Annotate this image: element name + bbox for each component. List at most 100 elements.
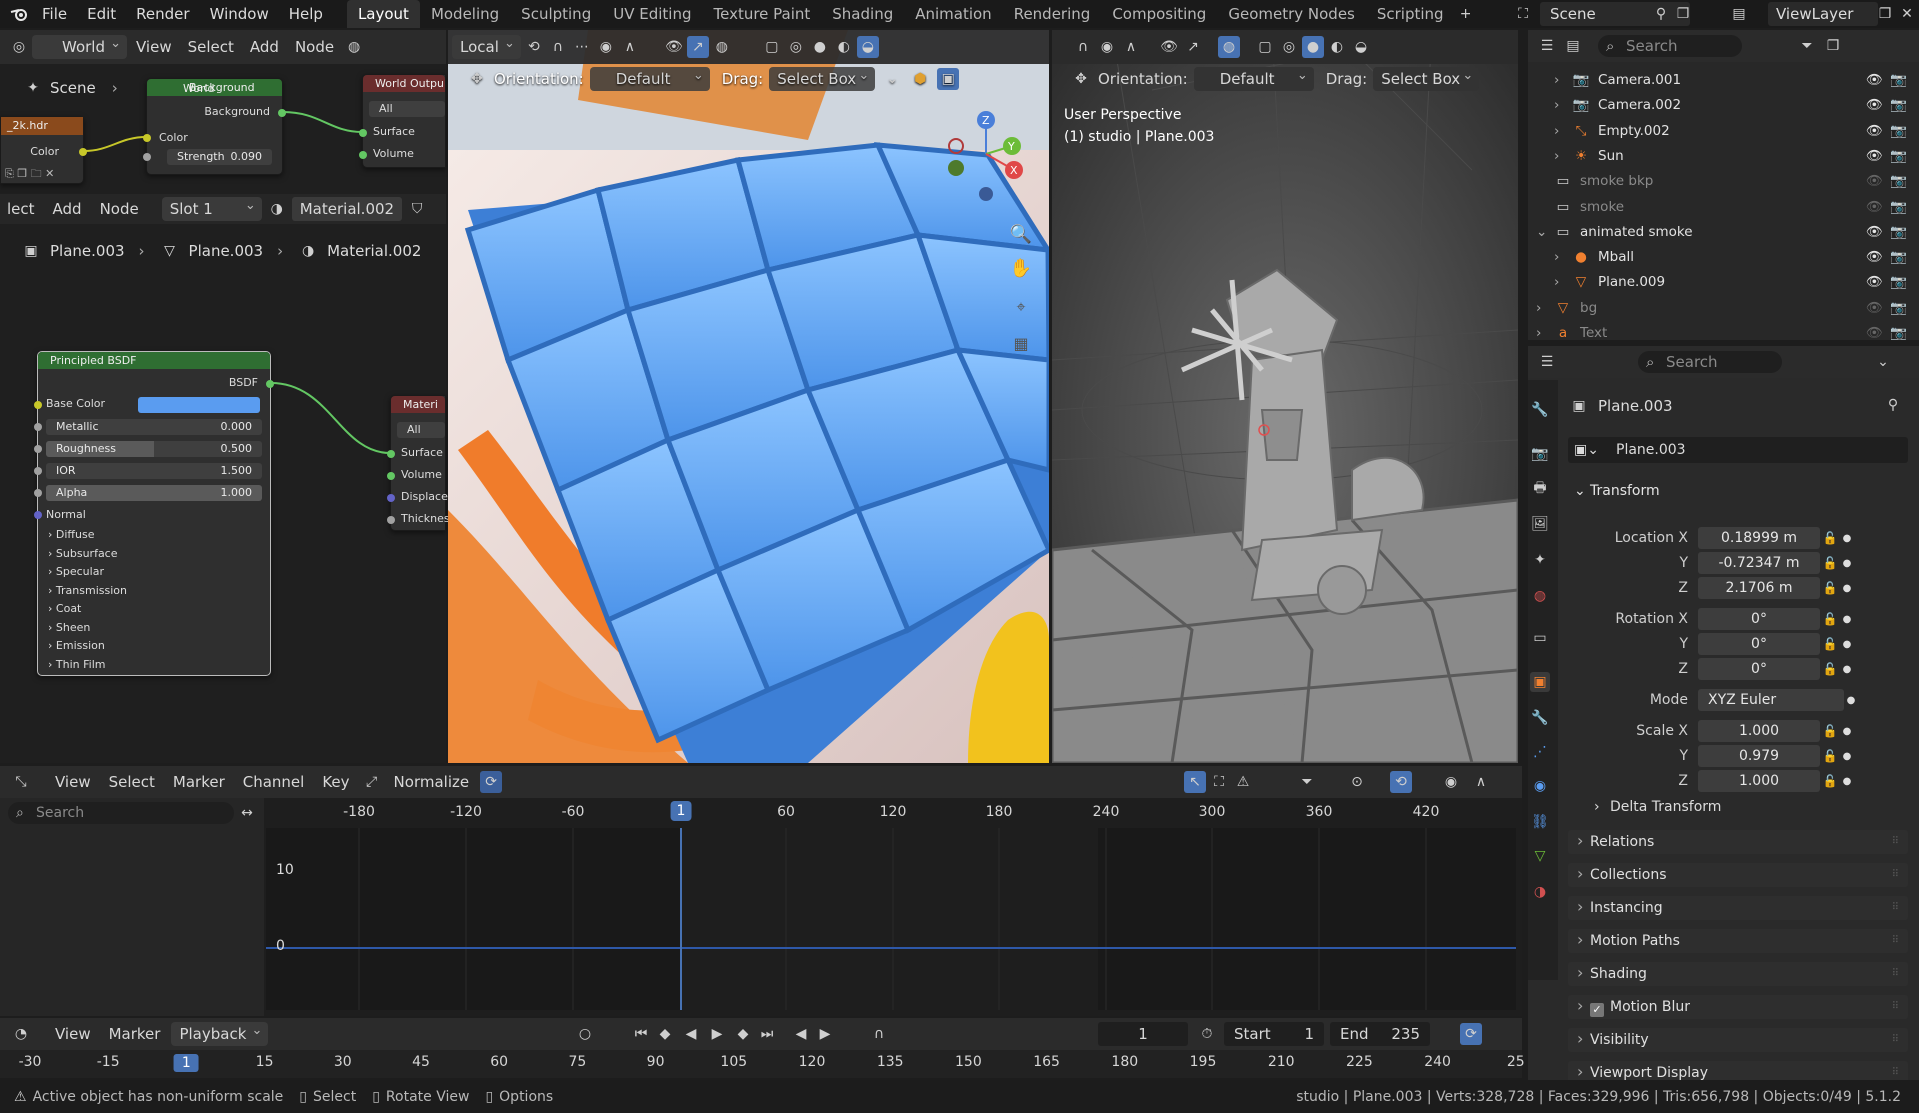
- filter-icon[interactable]: ⏷: [1296, 771, 1318, 793]
- panel-collections[interactable]: Collections ⠿: [1568, 862, 1908, 887]
- outliner-row[interactable]: › 📷 Camera.002 👁 📷: [1554, 95, 1907, 115]
- delta-transform-header[interactable]: › Delta Transform: [1590, 796, 1721, 818]
- editor-type-icon[interactable]: ☰: [1536, 351, 1558, 373]
- panel-relations[interactable]: Relations ⠿: [1568, 829, 1908, 854]
- mode-color-icon[interactable]: ⬢: [909, 68, 931, 90]
- outliner-row[interactable]: › ▽ Plane.009 👁 📷: [1554, 272, 1907, 292]
- keyframe-dot-icon[interactable]: ●: [1840, 614, 1854, 625]
- keyframe-dot-icon[interactable]: ●: [1840, 639, 1854, 650]
- solid-shading-icon[interactable]: ●: [1302, 36, 1324, 58]
- keyframe-dot-icon[interactable]: ●: [1840, 558, 1854, 569]
- xray-icon[interactable]: ▢: [761, 36, 783, 58]
- new-viewlayer-icon[interactable]: ❐: [1874, 3, 1896, 25]
- filter-icon[interactable]: ⏷: [1796, 35, 1818, 57]
- swap-icon[interactable]: ↔: [236, 802, 258, 824]
- lock-icon[interactable]: 🔓: [1820, 637, 1840, 651]
- visibility-eye-icon[interactable]: 👁: [1866, 70, 1883, 90]
- end-frame-field[interactable]: End 235: [1330, 1022, 1430, 1046]
- panel-motion-blur[interactable]: ✓ Motion Blur ⠿: [1568, 994, 1908, 1019]
- jump-end-icon[interactable]: ⏭: [756, 1023, 778, 1045]
- view-layer-tab-icon[interactable]: 🖼: [1530, 514, 1550, 534]
- visibility-eye-icon[interactable]: 👁: [1866, 222, 1883, 242]
- outliner-row[interactable]: › ⤡ Empty.002 👁 📷: [1554, 121, 1907, 141]
- auto-keying-icon[interactable]: ○: [574, 1023, 596, 1045]
- outliner-row[interactable]: ⌄ ▭ animated smoke 👁 📷: [1536, 222, 1907, 242]
- pan-hand-icon[interactable]: ✋: [1006, 253, 1036, 283]
- outliner-search[interactable]: ⌕ Search: [1598, 35, 1742, 57]
- display-mode-icon[interactable]: ▤: [1562, 35, 1584, 57]
- chevron-right-icon[interactable]: ›: [1554, 247, 1570, 267]
- pin-icon[interactable]: ⚲: [1650, 3, 1672, 25]
- render-camera-icon[interactable]: 📷: [1890, 197, 1907, 217]
- timeline-current-frame[interactable]: 1: [173, 1054, 199, 1072]
- jump-keyframe-back-icon[interactable]: ◆: [654, 1023, 676, 1045]
- constraints-tab-icon[interactable]: ⛓: [1530, 812, 1550, 832]
- orientation-dropdown[interactable]: Default: [1193, 64, 1314, 91]
- falloff-icon[interactable]: ∧: [1120, 36, 1142, 58]
- transform-value-field[interactable]: 0°: [1698, 608, 1820, 630]
- visibility-eye-icon[interactable]: 👁: [1866, 146, 1883, 166]
- render-camera-icon[interactable]: 📷: [1890, 272, 1907, 292]
- collection-tab-icon[interactable]: ▭: [1530, 628, 1550, 648]
- visibility-eye-icon[interactable]: 👁: [1866, 272, 1883, 292]
- graph-menu-select[interactable]: Select: [102, 770, 162, 794]
- show-hidden-icon[interactable]: ⛶: [1208, 771, 1230, 793]
- editor-type-icon[interactable]: ◔: [10, 1023, 32, 1045]
- drag-handle-icon[interactable]: ⠿: [1892, 929, 1900, 953]
- drag-handle-icon[interactable]: ⠿: [1892, 1028, 1900, 1052]
- select-mode-icon[interactable]: ⌄: [881, 68, 903, 90]
- only-selected-icon[interactable]: ↖: [1184, 771, 1206, 793]
- snap-target-icon[interactable]: ⋯: [571, 36, 593, 58]
- timeline-ruler[interactable]: -30 -15 1 15 30 45 60 75 90 105 120 135 150 165 180 195…: [0, 1050, 1525, 1078]
- new-collection-icon[interactable]: ❐: [1822, 35, 1844, 57]
- pivot-icon[interactable]: ⊙: [1346, 771, 1368, 793]
- editor-type-icon[interactable]: ☰: [1536, 35, 1558, 57]
- wireframe-shading-icon[interactable]: ◎: [1278, 36, 1300, 58]
- camera-view-icon[interactable]: ⌖: [1006, 292, 1036, 322]
- timeline-menu-marker[interactable]: Marker: [102, 1022, 168, 1046]
- properties-search[interactable]: ⌕ Search: [1638, 351, 1782, 373]
- xray-icon[interactable]: ▢: [1254, 36, 1276, 58]
- lock-icon[interactable]: 🔓: [1820, 531, 1840, 545]
- render-camera-icon[interactable]: 📷: [1890, 146, 1907, 166]
- drag-handle-icon[interactable]: ⠿: [1892, 863, 1900, 887]
- chevron-right-icon[interactable]: ›: [1536, 323, 1552, 343]
- snap-icon[interactable]: ∩: [1072, 36, 1094, 58]
- material-tab-icon[interactable]: ◑: [1530, 882, 1550, 902]
- falloff-icon[interactable]: ∧: [1470, 771, 1492, 793]
- tab-rendering[interactable]: Rendering: [1003, 0, 1102, 28]
- graph-menu-view[interactable]: View: [48, 770, 98, 794]
- normalize-icon[interactable]: ⤢: [361, 771, 383, 793]
- sync-icon[interactable]: ⟳: [1460, 1023, 1482, 1045]
- render-camera-icon[interactable]: 📷: [1890, 95, 1907, 115]
- timeline-menu-view[interactable]: View: [48, 1022, 98, 1046]
- snap-icon[interactable]: ∩: [547, 36, 569, 58]
- zoom-icon[interactable]: 🔍: [1006, 219, 1036, 249]
- proportional-edit-icon[interactable]: ◉: [595, 36, 617, 58]
- viewlayer-icon[interactable]: ▤: [1728, 3, 1750, 25]
- next-frame-icon[interactable]: ▶: [814, 1023, 836, 1045]
- auto-normalize-icon[interactable]: ⟳: [480, 771, 503, 793]
- transform-value-field[interactable]: 0.18999 m: [1698, 527, 1820, 549]
- snap-icon[interactable]: ⟲: [1390, 771, 1412, 793]
- material-shading-icon[interactable]: ◐: [833, 36, 855, 58]
- tab-compositing[interactable]: Compositing: [1101, 0, 1217, 28]
- editor-type-icon[interactable]: ⤡: [10, 771, 32, 793]
- material-shading-icon[interactable]: ◐: [1326, 36, 1348, 58]
- physics-tab-icon[interactable]: ◉: [1530, 776, 1550, 796]
- visibility-icon[interactable]: 👁: [1158, 36, 1180, 58]
- keyframe-dot-icon[interactable]: ●: [1840, 664, 1854, 675]
- playback-dropdown[interactable]: Playback: [171, 1019, 269, 1046]
- render-camera-icon[interactable]: 📷: [1890, 222, 1907, 242]
- proportional-edit-icon[interactable]: ◉: [1096, 36, 1118, 58]
- jump-start-icon[interactable]: ⏮: [630, 1023, 652, 1045]
- overlay-icon[interactable]: ◍: [1218, 36, 1240, 58]
- tab-scripting[interactable]: Scripting: [1366, 0, 1455, 28]
- chevron-right-icon[interactable]: ›: [1554, 146, 1570, 166]
- select-box-icon[interactable]: ▣: [937, 68, 960, 90]
- outliner-row[interactable]: › ▽ bg 👁 📷: [1536, 298, 1907, 318]
- visibility-eye-icon[interactable]: 👁: [1866, 171, 1883, 191]
- solid-shading-icon[interactable]: ●: [809, 36, 831, 58]
- gizmo-icon[interactable]: ↗: [1182, 36, 1204, 58]
- navigation-gizmo[interactable]: Z Y X: [940, 108, 1040, 208]
